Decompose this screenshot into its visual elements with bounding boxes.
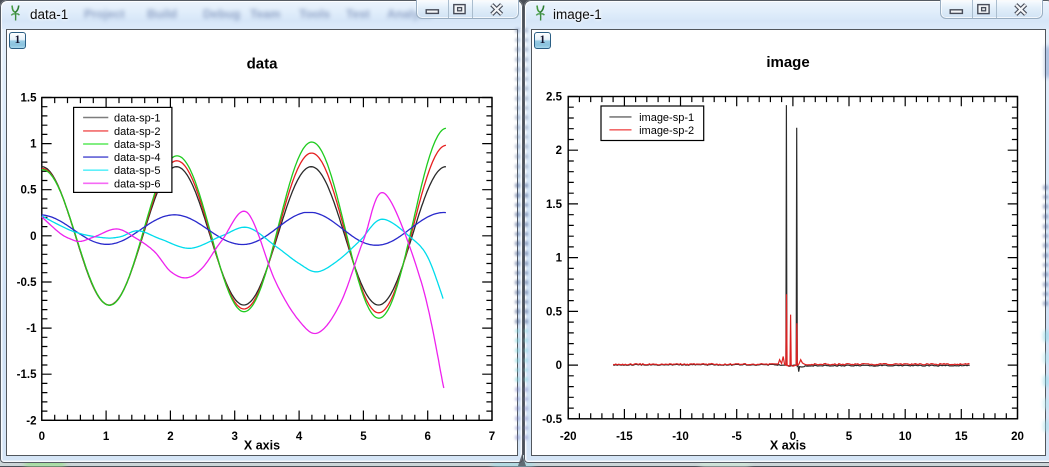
svg-text:1.5: 1.5 <box>546 199 563 211</box>
svg-text:1: 1 <box>30 139 37 151</box>
svg-text:-2: -2 <box>26 415 36 427</box>
svg-text:image-sp-2: image-sp-2 <box>639 125 694 137</box>
svg-text:data-sp-5: data-sp-5 <box>114 165 160 177</box>
svg-text:data-sp-1: data-sp-1 <box>114 113 160 125</box>
svg-text:5: 5 <box>846 431 853 443</box>
svg-text:data-sp-6: data-sp-6 <box>114 178 160 190</box>
svg-text:0.5: 0.5 <box>546 306 563 318</box>
svg-text:4: 4 <box>296 431 303 443</box>
svg-text:2: 2 <box>167 431 173 443</box>
svg-text:1: 1 <box>103 431 110 443</box>
svg-text:0: 0 <box>30 231 36 243</box>
svg-text:7: 7 <box>489 431 495 443</box>
svg-text:-1.5: -1.5 <box>17 369 37 381</box>
svg-text:data: data <box>247 56 279 73</box>
svg-text:image-sp-1: image-sp-1 <box>639 112 694 124</box>
svg-text:-15: -15 <box>616 431 633 443</box>
svg-text:data-sp-4: data-sp-4 <box>114 152 160 164</box>
svg-text:6: 6 <box>424 431 430 443</box>
svg-text:2.5: 2.5 <box>546 92 563 104</box>
svg-text:5: 5 <box>360 431 367 443</box>
svg-text:10: 10 <box>899 431 912 443</box>
svg-text:-20: -20 <box>560 431 577 443</box>
svg-text:-0.5: -0.5 <box>542 414 562 426</box>
svg-text:image: image <box>766 54 809 71</box>
svg-text:-1: -1 <box>26 323 37 335</box>
svg-text:X axis: X axis <box>244 439 280 453</box>
svg-text:-5: -5 <box>732 431 743 443</box>
svg-text:-10: -10 <box>672 431 689 443</box>
svg-text:1: 1 <box>556 253 563 265</box>
svg-text:0.5: 0.5 <box>21 185 38 197</box>
svg-text:0: 0 <box>39 431 45 443</box>
svg-text:0: 0 <box>556 360 562 372</box>
svg-text:data-sp-3: data-sp-3 <box>114 139 160 151</box>
svg-text:X axis: X axis <box>770 439 806 453</box>
svg-text:3: 3 <box>231 431 237 443</box>
svg-text:1.5: 1.5 <box>21 93 38 105</box>
svg-text:2: 2 <box>556 145 562 157</box>
svg-text:data-sp-2: data-sp-2 <box>114 126 160 138</box>
svg-text:15: 15 <box>955 431 968 443</box>
svg-text:20: 20 <box>1011 431 1024 443</box>
svg-text:-0.5: -0.5 <box>17 277 37 289</box>
